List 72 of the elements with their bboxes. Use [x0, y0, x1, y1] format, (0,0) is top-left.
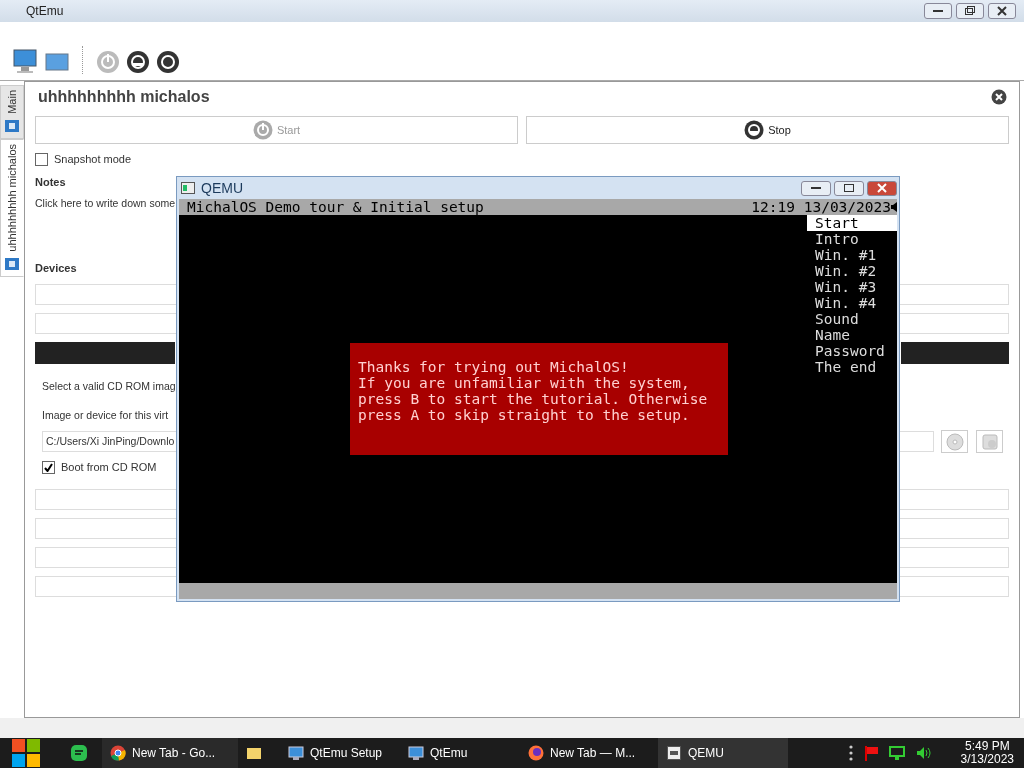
app-icon[interactable]: [70, 744, 88, 762]
boot-checkbox[interactable]: Boot from CD ROM: [42, 459, 157, 476]
side-tab[interactable]: Main: [0, 85, 24, 140]
maximize-icon: [844, 184, 854, 192]
taskbar-item[interactable]: New Tab - Go...: [102, 738, 238, 768]
speaker-icon: [891, 202, 897, 212]
disc-icon: [945, 432, 964, 451]
os-clock: 12:19 13/03/2023: [751, 199, 891, 215]
drive-icon: [980, 432, 999, 451]
dialog-text: press B to start the tutorial. Otherwise: [358, 391, 709, 407]
side-tab[interactable]: uhhhhhhhhh michalos: [0, 139, 24, 277]
computer-icon[interactable]: [12, 48, 38, 75]
notes-text[interactable]: Click here to write down some: [35, 197, 175, 214]
power-icon: [252, 120, 273, 141]
taskbar-item[interactable]: QtEmu Setup: [280, 738, 400, 768]
menu-item[interactable]: The end: [807, 359, 897, 375]
image-label: Image or device for this virt: [42, 409, 170, 423]
overflow-icon[interactable]: [848, 745, 853, 761]
app-icon: [246, 745, 262, 761]
dialog-text: press A to skip straight to the setup.: [358, 407, 691, 423]
dialog-text: Thanks for trying out MichalOS!: [358, 359, 630, 375]
stop-icon[interactable]: [126, 50, 150, 75]
stop-icon: [744, 120, 765, 141]
emulator-screen[interactable]: [179, 199, 897, 599]
taskbar-item[interactable]: New Tab — M...: [520, 738, 658, 768]
menu-item[interactable]: Sound: [807, 311, 897, 327]
window-title: QtEmu: [26, 3, 64, 18]
machine-name: uhhhhhhhhh michalos: [38, 88, 210, 107]
clock-date[interactable]: 3/13/2023: [960, 753, 1014, 766]
close-icon: [997, 5, 1007, 16]
app-icon: [288, 745, 304, 761]
maximize-button[interactable]: [834, 180, 864, 196]
menu-item[interactable]: Password: [807, 343, 897, 359]
maximize-button[interactable]: [956, 2, 984, 19]
speaker-icon[interactable]: [914, 745, 931, 761]
minimize-icon: [811, 186, 821, 190]
window-title: QEMU: [201, 180, 243, 196]
app-icon: [666, 745, 682, 761]
menu-item[interactable]: Start: [807, 215, 897, 231]
notes-label: Notes: [35, 175, 66, 191]
menu-item[interactable]: Intro: [807, 231, 897, 247]
menu-item[interactable]: Win. #2: [807, 263, 897, 279]
app-icon: [528, 745, 544, 761]
devices-label: Devices: [35, 261, 77, 277]
minimize-button[interactable]: [924, 2, 952, 19]
taskbar-item[interactable]: QEMU: [658, 738, 788, 768]
app-icon: [110, 745, 126, 761]
menu-item[interactable]: Win. #3: [807, 279, 897, 295]
machine-icon: [4, 255, 20, 272]
cdrom-hint: Select a valid CD ROM imag: [42, 380, 177, 394]
close-button[interactable]: [867, 180, 897, 196]
menu-item[interactable]: Name: [807, 327, 897, 343]
taskbar-item[interactable]: QtEmu: [400, 738, 520, 768]
close-icon[interactable]: [991, 89, 1007, 106]
network-icon[interactable]: [888, 745, 905, 761]
clock-time[interactable]: 5:49 PM: [964, 740, 1010, 753]
snapshot-checkbox[interactable]: Snapshot mode: [35, 151, 132, 168]
menu-item[interactable]: Win. #1: [807, 247, 897, 263]
close-button[interactable]: [988, 2, 1016, 19]
minimize-button[interactable]: [801, 180, 831, 196]
os-title: MichalOS Demo tour & Initial setup: [187, 199, 484, 215]
stop-button[interactable]: Stop: [526, 116, 1009, 145]
app-icon: [181, 182, 195, 194]
restore-icon: [965, 6, 975, 16]
start-icon[interactable]: [10, 738, 42, 768]
check-icon: [44, 462, 53, 472]
app-icon: [408, 745, 424, 761]
menu-item[interactable]: Win. #4: [807, 295, 897, 311]
close-icon: [877, 183, 887, 193]
dialog-text: If you are unfamiliar with the system,: [358, 375, 691, 391]
flag-icon[interactable]: [862, 745, 879, 761]
machine-icon: [4, 118, 20, 135]
